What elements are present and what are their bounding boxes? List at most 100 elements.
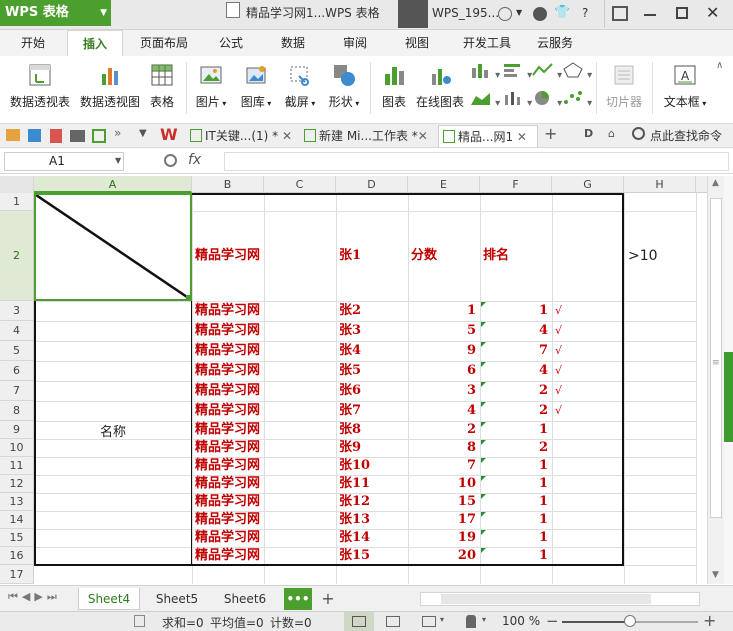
header-cell-h[interactable]: >10: [628, 247, 658, 265]
student-name-cell[interactable]: 张9: [339, 439, 361, 457]
folder-icon[interactable]: [6, 129, 20, 141]
score-cell[interactable]: 17: [408, 511, 476, 529]
site-name-cell[interactable]: 精品学习网: [195, 322, 260, 340]
row-header[interactable]: 7: [0, 381, 34, 401]
scroll-up-icon[interactable]: ▲: [712, 178, 719, 188]
row-header[interactable]: 14: [0, 511, 34, 529]
stock-chart-type-button[interactable]: ▾: [502, 90, 532, 109]
vertical-scrollbar[interactable]: ▲ ≡ ▼: [707, 176, 724, 584]
menu-developer[interactable]: 开发工具: [456, 30, 518, 56]
sheet-nav-arrows[interactable]: ⏮◀▶⏭: [8, 590, 61, 604]
zoom-in-icon[interactable]: +: [703, 611, 716, 630]
pivot-chart-button[interactable]: 数据透视图: [78, 60, 142, 118]
row-header[interactable]: 6: [0, 361, 34, 381]
check-mark-cell[interactable]: √: [555, 302, 562, 320]
rank-cell[interactable]: 1: [480, 302, 548, 320]
scroll-down-icon[interactable]: ▼: [712, 570, 719, 580]
score-cell[interactable]: 3: [408, 382, 476, 400]
slicer-button[interactable]: 切片器: [602, 60, 646, 118]
print-icon[interactable]: [70, 130, 85, 142]
shirt-icon[interactable]: 👕: [554, 0, 570, 26]
normal-view-button[interactable]: [344, 612, 374, 631]
sheet-tab-sheet4[interactable]: Sheet4: [78, 588, 140, 610]
expand-icon[interactable]: D: [584, 127, 593, 140]
site-name-cell[interactable]: 精品学习网: [195, 342, 260, 360]
row-header[interactable]: 11: [0, 457, 34, 475]
student-name-cell[interactable]: 张11: [339, 475, 370, 493]
row-header[interactable]: 16: [0, 547, 34, 565]
site-name-cell[interactable]: 精品学习网: [195, 511, 260, 529]
rank-cell[interactable]: 4: [480, 362, 548, 380]
check-mark-cell[interactable]: √: [555, 402, 562, 420]
check-mark-cell[interactable]: √: [555, 322, 562, 340]
user-name[interactable]: WPS_195...: [432, 0, 499, 26]
fill-handle[interactable]: [186, 295, 192, 301]
score-cell[interactable]: 2: [408, 421, 476, 439]
menu-view[interactable]: 视图: [394, 30, 440, 56]
rank-cell[interactable]: 2: [480, 382, 548, 400]
rank-cell[interactable]: 1: [480, 475, 548, 493]
score-cell[interactable]: 10: [408, 475, 476, 493]
row-header[interactable]: 13: [0, 493, 34, 511]
student-name-cell[interactable]: 张13: [339, 511, 370, 529]
student-name-cell[interactable]: 张3: [339, 322, 361, 340]
chevron-down-icon[interactable]: ▼: [115, 156, 121, 165]
area-chart-type-button[interactable]: ▾: [470, 90, 500, 109]
header-cell-b[interactable]: 精品学习网: [195, 247, 260, 265]
site-name-cell[interactable]: 精品学习网: [195, 421, 260, 439]
check-mark-cell[interactable]: √: [555, 382, 562, 400]
row-header[interactable]: 10: [0, 439, 34, 457]
student-name-cell[interactable]: 张12: [339, 493, 370, 511]
site-name-cell[interactable]: 精品学习网: [195, 529, 260, 547]
column-header-c[interactable]: C: [264, 176, 336, 193]
command-search-label[interactable]: 点此查找命令: [650, 127, 722, 144]
print-preview-icon[interactable]: [92, 129, 106, 143]
more-quick-access-icon[interactable]: »: [114, 126, 121, 140]
site-name-cell[interactable]: 精品学习网: [195, 457, 260, 475]
column-header-b[interactable]: B: [192, 176, 264, 193]
maximize-icon[interactable]: [676, 7, 688, 19]
row-header[interactable]: 12: [0, 475, 34, 493]
more-sheets-button[interactable]: •••: [284, 588, 312, 610]
quick-access-dropdown-icon[interactable]: ▼: [139, 128, 147, 139]
minimize-icon[interactable]: [644, 14, 656, 16]
zoom-out-icon[interactable]: −: [546, 612, 559, 630]
zoom-slider-knob[interactable]: [624, 615, 636, 627]
site-name-cell[interactable]: 精品学习网: [195, 547, 260, 565]
menu-review[interactable]: 审阅: [332, 30, 378, 56]
rank-cell[interactable]: 7: [480, 342, 548, 360]
menu-insert[interactable]: 插入: [67, 30, 123, 56]
row-header[interactable]: 2: [0, 211, 34, 301]
ribbon-collapse-icon[interactable]: ∧: [716, 60, 723, 71]
site-name-cell[interactable]: 精品学习网: [195, 402, 260, 420]
pivot-table-button[interactable]: 数据透视表: [6, 60, 74, 118]
site-name-cell[interactable]: 精品学习网: [195, 302, 260, 320]
user-dropdown-icon[interactable]: ▼: [516, 0, 522, 26]
pdf-export-icon[interactable]: [50, 129, 62, 143]
name-box[interactable]: A1 ▼: [4, 152, 124, 171]
score-cell[interactable]: 6: [408, 362, 476, 380]
row-header[interactable]: 9: [0, 421, 34, 439]
check-mark-cell[interactable]: √: [555, 362, 562, 380]
view-dropdown-icon[interactable]: ▾: [440, 615, 444, 624]
picture-button[interactable]: 图片 ▾: [192, 60, 230, 118]
column-chart-type-button[interactable]: ▾: [470, 62, 500, 81]
close-icon[interactable]: ✕: [706, 1, 719, 25]
header-cell-d[interactable]: 张1: [339, 247, 361, 265]
online-chart-button[interactable]: 在线图表: [414, 60, 466, 118]
rank-cell[interactable]: 4: [480, 322, 548, 340]
score-cell[interactable]: 15: [408, 493, 476, 511]
site-name-cell[interactable]: 精品学习网: [195, 362, 260, 380]
scatter-chart-type-button[interactable]: ▾: [562, 90, 592, 109]
user-level-icon[interactable]: [498, 7, 512, 21]
column-header-f[interactable]: F: [480, 176, 552, 193]
row-header[interactable]: 15: [0, 529, 34, 547]
doc-tab-new-sheet[interactable]: 新建 Mi...工作表 *✕: [302, 125, 436, 147]
student-name-cell[interactable]: 张10: [339, 457, 370, 475]
site-name-cell[interactable]: 精品学习网: [195, 475, 260, 493]
menu-start[interactable]: 开始: [8, 30, 58, 56]
student-name-cell[interactable]: 张14: [339, 529, 370, 547]
new-tab-icon[interactable]: +: [544, 124, 557, 143]
sheet-tab-sheet6[interactable]: Sheet6: [214, 588, 276, 610]
search-icon[interactable]: [632, 127, 645, 140]
